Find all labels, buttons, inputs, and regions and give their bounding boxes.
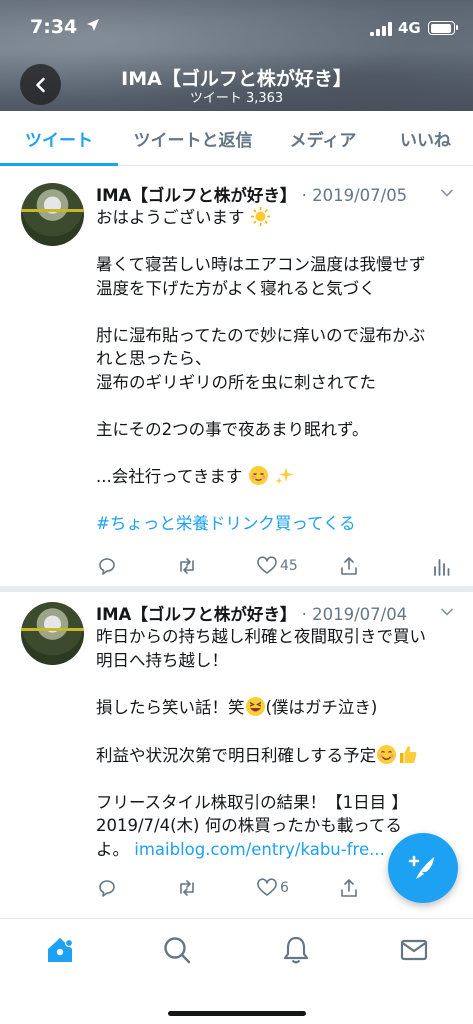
reply-button[interactable] — [96, 876, 118, 900]
like-count: 45 — [280, 558, 298, 574]
nav-search[interactable] — [160, 933, 194, 967]
relieved-face-emoji-icon — [248, 465, 268, 485]
tweet-count: ツイート 3,363 — [189, 91, 284, 106]
sun-emoji-icon — [250, 207, 270, 226]
retweet-button[interactable] — [176, 554, 198, 578]
tweet-line: 損したら笑い話！笑 (僕はガチ泣き) — [96, 696, 378, 717]
tweet-line: 昨日からの持ち越し利確と夜間取引きで買い — [96, 627, 426, 646]
tweet-header: IMA【ゴルフと株が好き】 · 2019/07/05 — [96, 182, 407, 206]
status-time: 7:34 — [30, 16, 78, 38]
like-count: 6 — [280, 880, 289, 896]
hashtag-link[interactable]: #ちょっと栄養ドリンク買ってくる — [96, 514, 356, 533]
nav-messages[interactable] — [397, 933, 431, 967]
tweet-date: · 2019/07/05 — [301, 186, 408, 205]
smiling-face-emoji-icon — [377, 744, 397, 764]
battery-icon — [428, 21, 458, 35]
bottom-navigation — [0, 918, 473, 1024]
tweet-actions: 45 — [96, 554, 461, 578]
network-type: 4G — [398, 19, 421, 37]
profile-tabs: ツイート ツイートと返信 メディア いいね — [0, 111, 473, 166]
sparkles-emoji-icon — [275, 466, 293, 484]
share-button[interactable] — [338, 554, 360, 578]
tweet-item[interactable]: IMA【ゴルフと株が好き】 · 2019/07/05 おはようございます 暑くて… — [0, 166, 473, 586]
tab-media[interactable]: メディア — [268, 111, 378, 166]
tweet-line: 暑くて寝苦しい時はエアコン温度は我慢せず — [96, 255, 426, 274]
tweet-line: 2019/7/4(木) 何の株買ったかも載ってる — [96, 816, 402, 835]
author-name[interactable]: IMA【ゴルフと株が好き】 — [96, 186, 296, 205]
compose-icon — [408, 855, 434, 879]
chevron-down-icon[interactable] — [440, 607, 454, 617]
avatar[interactable] — [21, 602, 84, 665]
tweet-line: 肘に湿布貼ってたので妙に痒いので湿布かぶ — [96, 325, 426, 345]
tweet-line: 主にその2つの事で夜あまり眠れず。 — [96, 419, 369, 439]
like-button[interactable]: 6 — [256, 876, 289, 900]
signal-icon — [370, 22, 392, 36]
mail-icon — [400, 939, 428, 961]
tweet-line: 湿布のギリギリの所を虫に刺されてた — [96, 372, 377, 392]
heart-icon — [257, 878, 277, 896]
retweet-icon — [180, 558, 194, 574]
tweet-line: 利益や状況次第で明日利確しする予定 — [96, 743, 461, 768]
location-arrow-icon — [87, 19, 99, 31]
analytics-icon — [434, 559, 450, 576]
blog-link[interactable]: imaiblog.com/entry/kabu-fre... — [134, 840, 385, 859]
tweet-text: おはようございます 暑くて寝苦しい時はエアコン温度は我慢せず 温度を下げた方がよ… — [96, 206, 461, 535]
reply-button[interactable] — [96, 554, 118, 578]
tab-tweets-and-replies[interactable]: ツイートと返信 — [118, 111, 268, 166]
share-icon — [341, 879, 357, 897]
tab-likes[interactable]: いいね — [378, 111, 473, 166]
tweet-date: · 2019/07/04 — [301, 605, 408, 624]
tweet-line: おはようございます — [96, 206, 461, 230]
search-icon — [164, 937, 191, 964]
nav-home[interactable] — [43, 933, 77, 967]
tweet-line: れと思ったら、 — [96, 349, 212, 368]
profile-header: 7:34 4G IMA【ゴルフと株が好き】 ツイート 3,363 — [0, 0, 473, 111]
status-bar: 7:34 4G — [0, 0, 473, 56]
home-indicator — [168, 1011, 306, 1016]
tab-tweets[interactable]: ツイート — [0, 111, 118, 166]
home-icon — [48, 938, 74, 962]
author-name[interactable]: IMA【ゴルフと株が好き】 — [96, 605, 296, 624]
tweet-line: 明日へ持ち越し！ — [96, 650, 228, 670]
share-icon — [341, 557, 357, 575]
retweet-icon — [180, 880, 194, 896]
like-button[interactable]: 45 — [256, 554, 298, 578]
thumbs-up-emoji-icon — [400, 745, 417, 763]
analytics-button[interactable] — [430, 554, 452, 578]
chevron-down-icon[interactable] — [440, 188, 454, 198]
tweet-line: 温度を下げた方がよく寝れると気づく — [96, 278, 376, 298]
avatar[interactable] — [21, 183, 84, 246]
heart-icon — [257, 556, 277, 574]
reply-icon — [99, 880, 115, 897]
share-button[interactable] — [338, 876, 360, 900]
laughing-face-emoji-icon — [245, 696, 265, 716]
nav-notifications[interactable] — [279, 933, 313, 967]
tweet-header: IMA【ゴルフと株が好き】 · 2019/07/04 — [96, 601, 407, 625]
tweet-line: フリースタイル株取引の結果！【1日目 】 — [96, 792, 408, 812]
bell-icon — [283, 936, 309, 964]
reply-icon — [99, 558, 115, 575]
compose-tweet-button[interactable] — [388, 833, 458, 903]
tweet-text: 昨日からの持ち越し利確と夜間取引きで買い 明日へ持ち越し！ 損したら笑い話！笑 … — [96, 625, 461, 861]
tweet-line: ...会社行ってきます — [96, 465, 461, 489]
retweet-button[interactable] — [176, 876, 198, 900]
